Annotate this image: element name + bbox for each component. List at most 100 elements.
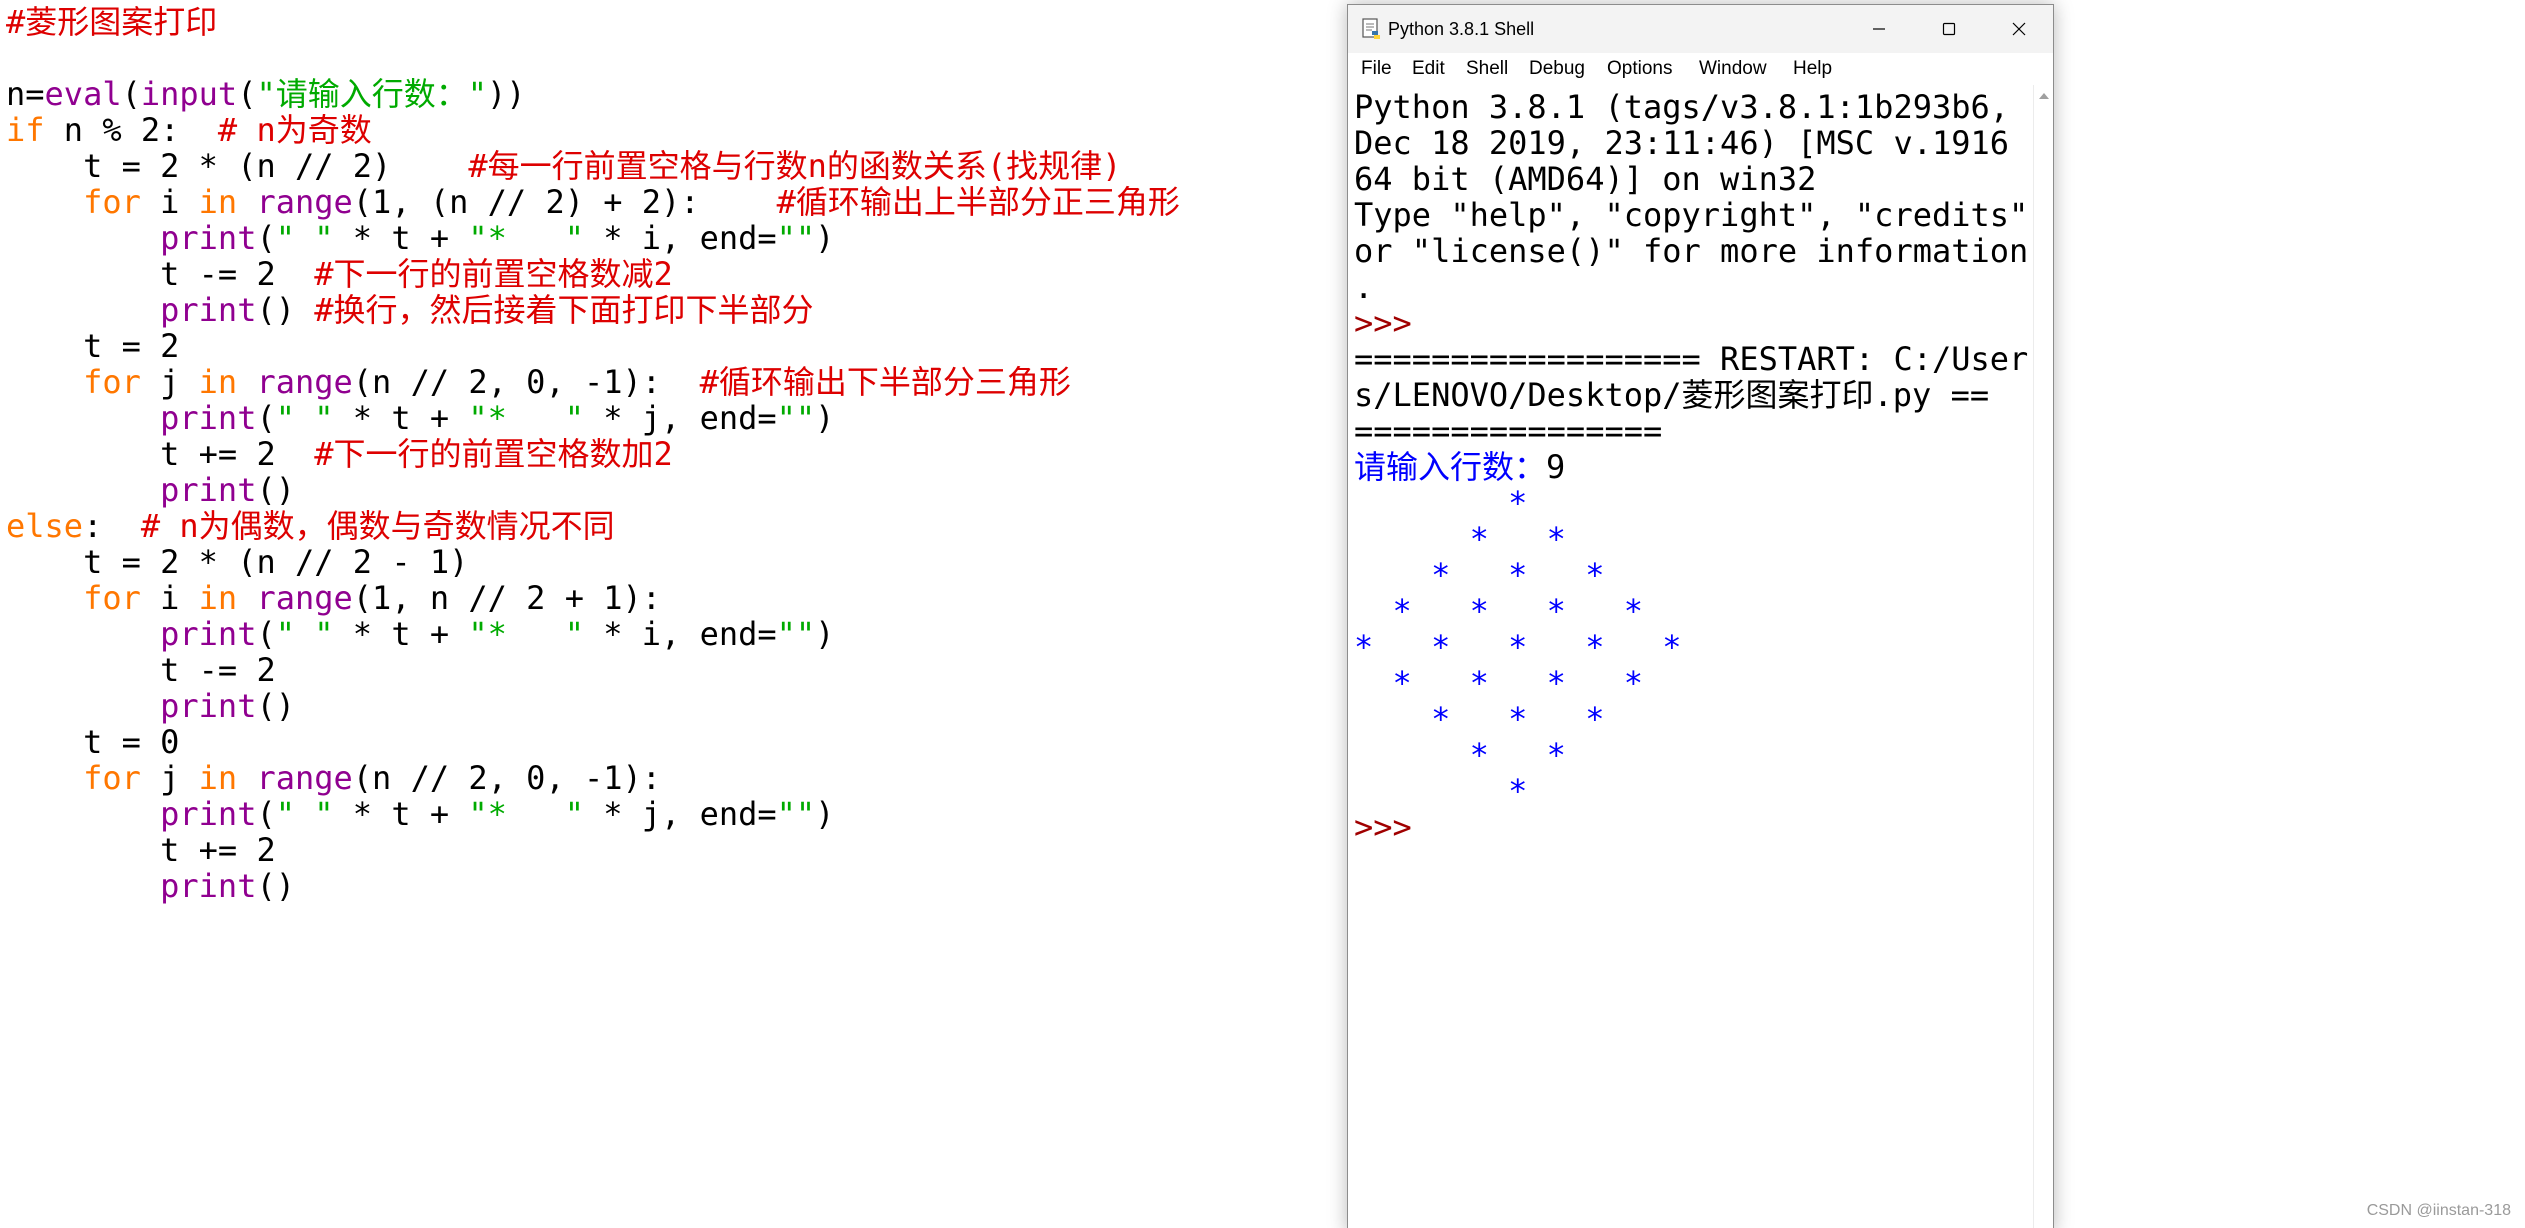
code-token: ( [121,75,141,113]
code-line: print(" " * t + "* " * i, end="") [6,616,834,652]
code-token: range [256,183,353,221]
shell-text: s/LENOVO/Desktop/菱形图案打印.py == [1354,376,1990,414]
code-token: range [256,363,353,401]
code-token: print [160,687,257,725]
code-token: () [256,687,295,725]
shell-line: . [1354,269,1373,305]
code-line: print() [6,472,295,508]
code-token: print [160,399,257,437]
title-bar[interactable]: Python 3.8.1 Shell [1348,5,2053,53]
code-token: i [140,183,199,221]
code-line: if n % 2: # n为奇数 [6,112,372,148]
code-token: t = 2 * (n // 2) [6,147,469,185]
shell-text: ================== RESTART: C:/User [1354,340,2029,378]
code-line: t = 2 * (n // 2) #每一行前置空格与行数n的函数关系(找规律) [6,148,1121,184]
code-line: #菱形图案打印 [6,4,217,40]
code-line: print(" " * t + "* " * i, end="") [6,220,834,256]
code-token: (n // 2, 0, -1): [352,363,700,401]
maximize-button[interactable] [1914,5,1984,53]
code-token: n= [6,75,45,113]
code-token: " " [275,219,334,257]
code-token: in [198,579,238,617]
code-token: in [198,183,238,221]
shell-line: * * * * [1354,665,1701,701]
code-token: "请输入行数：" [256,75,487,113]
shell-text: or "license()" for more information [1354,232,2029,270]
vertical-scrollbar[interactable] [2033,85,2053,1228]
code-token: print [160,471,257,509]
window-title: Python 3.8.1 Shell [1388,19,1535,39]
shell-text: 请输入行数： [1354,448,1547,486]
code-token: #下一行的前置空格数减2 [314,255,673,293]
code-token: ( [256,615,276,653]
code-token: "* " [468,615,584,653]
shell-text: Dec 18 2019, 23:11:46) [MSC v.1916 [1354,124,2010,162]
menu-edit[interactable]: Edit [1407,53,1450,85]
code-token: print [160,795,257,833]
code-token: if [6,111,45,149]
code-token: #循环输出下半部分三角形 [699,363,1071,401]
code-token: in [198,363,238,401]
minimize-button[interactable] [1844,5,1914,53]
code-line: for i in range(1, n // 2 + 1): [6,580,661,616]
code-token: print [160,291,257,329]
shell-line: * [1354,485,1585,521]
code-token: "" [776,219,816,257]
code-token: ( [256,795,276,833]
code-line: print(" " * t + "* " * j, end="") [6,796,834,832]
code-token: # n为奇数 [217,111,372,149]
code-line: for i in range(1, (n // 2) + 2): #循环输出上半… [6,184,1180,220]
shell-text: * * * * * [1354,628,1740,666]
close-button[interactable] [1984,5,2054,53]
code-line: for j in range(n // 2, 0, -1): #循环输出下半部分… [6,364,1071,400]
shell-line: s/LENOVO/Desktop/菱形图案打印.py == [1354,377,1989,413]
shell-line: 64 bit (AMD64)] on win32 [1354,161,1816,197]
code-token: * t + [333,615,469,653]
code-token: t = 2 [6,327,180,365]
shell-line: * * * [1354,701,1662,737]
shell-text: * * * * [1354,664,1701,702]
shell-line: or "license()" for more information [1354,233,2028,269]
code-line: print(" " * t + "* " * j, end="") [6,400,834,436]
code-editor[interactable]: #菱形图案打印 n=eval(input("请输入行数：")) if n % 2: … [0,0,1345,1228]
menu-shell[interactable]: Shell [1461,53,1513,85]
menu-debug[interactable]: Debug [1524,53,1590,85]
code-token: range [256,579,353,617]
minimize-icon [1873,28,1885,30]
code-line: t += 2 [6,832,276,868]
code-token: #下一行的前置空格数加2 [314,435,673,473]
shell-line: ================ [1354,413,1662,449]
code-token: : [83,507,141,545]
code-token: ( [237,75,257,113]
shell-prompt: >>> [1354,808,1432,846]
shell-line: 请输入行数：9 [1354,449,1565,485]
menu-help[interactable]: Help [1788,53,1837,85]
code-token: ) [815,615,835,653]
menu-file[interactable]: File [1356,53,1397,85]
menu-window[interactable]: Window [1694,53,1772,85]
shell-line: Type "help", "copyright", "credits" [1354,197,2028,233]
menu-options[interactable]: Options [1602,53,1677,85]
code-token: for [83,183,141,221]
shell-prompt: >>> [1354,304,1432,342]
code-token: #每一行前置空格与行数n的函数关系(找规律) [468,147,1122,185]
code-token: ) [815,399,835,437]
code-token: for [83,759,141,797]
code-line: else: # n为偶数，偶数与奇数情况不同 [6,508,615,544]
code-token: " " [275,615,334,653]
code-token: () [256,867,295,905]
code-token: * i, end= [583,219,777,257]
shell-line: Python 3.8.1 (tags/v3.8.1:1b293b6, [1354,89,2009,125]
shell-output[interactable]: Python 3.8.1 (tags/v3.8.1:1b293b6, Dec 18… [1348,85,2033,1228]
shell-text: Python 3.8.1 (tags/v3.8.1:1b293b6, [1354,88,2010,126]
code-token: t -= 2 [6,255,315,293]
code-token: ( [256,219,276,257]
scroll-up-arrow-icon[interactable] [2038,91,2050,101]
